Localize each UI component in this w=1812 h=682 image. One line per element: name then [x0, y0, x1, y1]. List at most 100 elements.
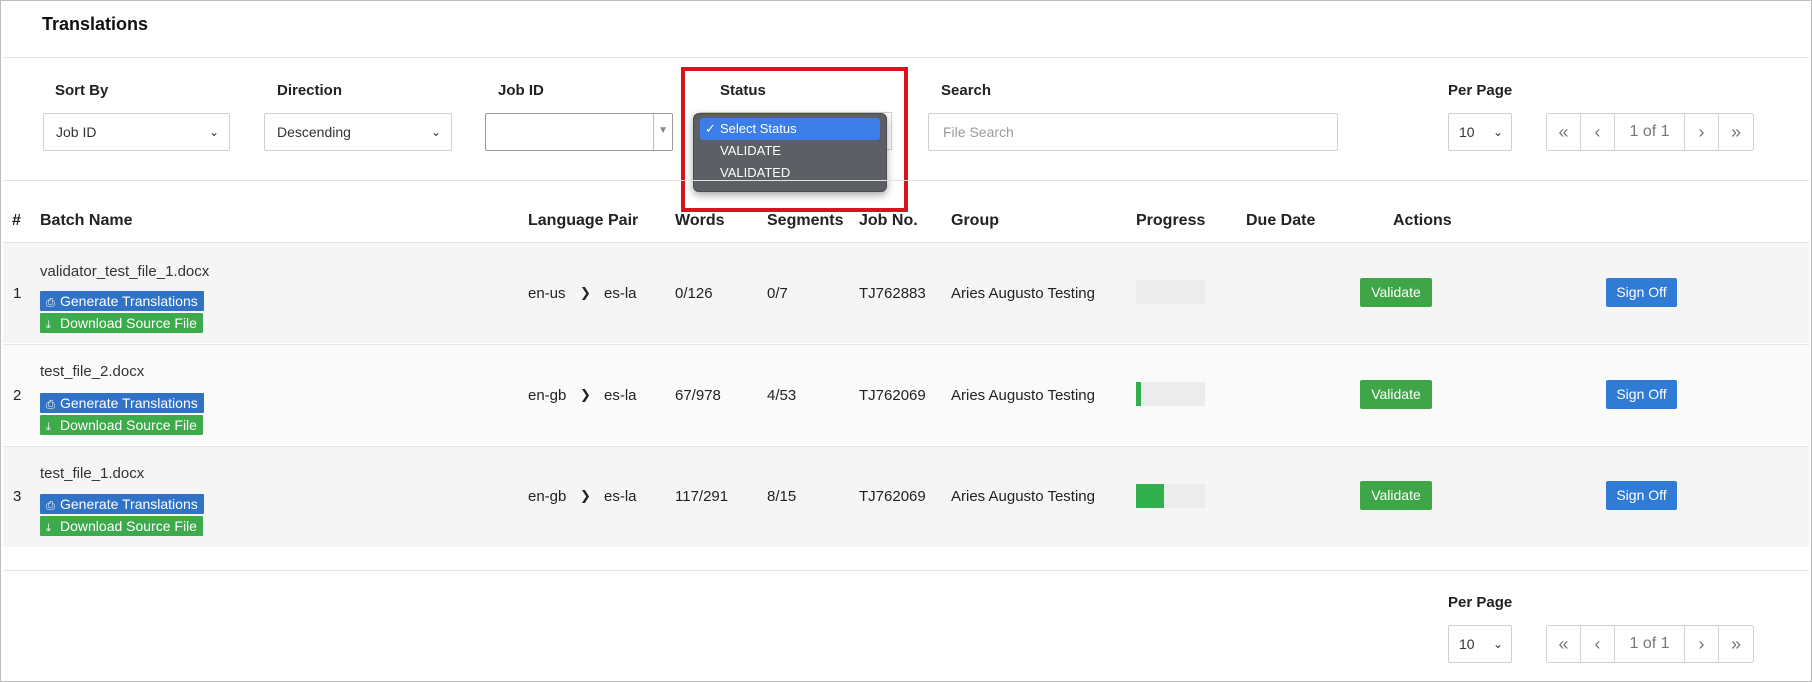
batch-name: test_file_2.docx: [40, 363, 145, 380]
printer-icon: ⎙: [46, 297, 55, 309]
group-name: Aries Augusto Testing: [951, 285, 1095, 302]
validate-button[interactable]: Validate: [1360, 380, 1432, 409]
download-source-file-button[interactable]: ⤓ Download Source File: [40, 415, 203, 435]
segments-count: 8/15: [767, 488, 797, 505]
segments-count: 4/53: [767, 387, 797, 404]
target-language: es-la: [604, 387, 637, 404]
page-info: 1 of 1: [1615, 114, 1685, 150]
button-label: Download Source File: [60, 518, 197, 534]
per-page-value: 10: [1459, 636, 1475, 652]
progress-bar: [1136, 484, 1205, 508]
source-language: en-gb: [528, 488, 567, 505]
group-name: Aries Augusto Testing: [951, 387, 1095, 404]
sign-off-button[interactable]: Sign Off: [1606, 380, 1677, 409]
col-header-group: Group: [951, 212, 999, 229]
direction-label: Direction: [277, 82, 343, 99]
divider: [3, 570, 1809, 571]
col-header-actions: Actions: [1393, 212, 1452, 229]
col-header-batch-name: Batch Name: [40, 212, 133, 229]
chevron-right-icon: ❯: [580, 387, 591, 402]
printer-icon: ⎙: [46, 500, 55, 512]
divider: [3, 180, 1809, 181]
words-count: 0/126: [675, 285, 713, 302]
combo-divider: [653, 114, 654, 150]
last-page-button[interactable]: »: [1719, 114, 1753, 150]
button-label: Download Source File: [60, 315, 197, 331]
chevron-right-icon: ❯: [580, 488, 591, 503]
generate-translations-button[interactable]: ⎙ Generate Translations: [40, 393, 204, 413]
generate-translations-button[interactable]: ⎙ Generate Translations: [40, 494, 204, 514]
direction-value: Descending: [277, 124, 351, 140]
job-id-combobox[interactable]: ▼: [485, 113, 673, 151]
status-highlight-box: [681, 67, 908, 212]
divider: [3, 57, 1809, 58]
progress-fill: [1136, 484, 1164, 508]
job-number: TJ762883: [859, 285, 926, 302]
chevron-down-icon: ⌄: [1492, 637, 1503, 651]
progress-bar: [1136, 280, 1205, 304]
words-count: 117/291: [675, 488, 729, 505]
col-header-job-no: Job No.: [859, 212, 918, 229]
page-info: 1 of 1: [1615, 626, 1685, 662]
chevron-down-icon: ⌄: [1492, 125, 1503, 139]
search-input[interactable]: [929, 114, 1337, 150]
next-page-button[interactable]: ›: [1685, 114, 1719, 150]
validate-button[interactable]: Validate: [1360, 481, 1432, 510]
button-label: Generate Translations: [60, 293, 198, 309]
segments-count: 0/7: [767, 285, 788, 302]
per-page-label: Per Page: [1448, 82, 1513, 99]
caret-down-icon[interactable]: ▼: [658, 125, 668, 136]
progress-bar: [1136, 382, 1205, 406]
next-page-button[interactable]: ›: [1685, 626, 1719, 662]
first-page-button[interactable]: «: [1547, 114, 1581, 150]
batch-name: test_file_1.docx: [40, 465, 145, 482]
source-language: en-gb: [528, 387, 567, 404]
row-number: 3: [13, 488, 22, 505]
sort-by-label: Sort By: [55, 82, 109, 99]
per-page-select[interactable]: 10 ⌄: [1448, 113, 1512, 151]
validate-button[interactable]: Validate: [1360, 278, 1432, 307]
last-page-button[interactable]: »: [1719, 626, 1753, 662]
chevron-right-icon: ❯: [580, 285, 591, 300]
generate-translations-button[interactable]: ⎙ Generate Translations: [40, 291, 204, 311]
prev-page-button[interactable]: ‹: [1581, 626, 1615, 662]
button-label: Generate Translations: [60, 395, 198, 411]
search-label: Search: [941, 82, 992, 99]
col-header-progress: Progress: [1136, 212, 1206, 229]
download-source-file-button[interactable]: ⤓ Download Source File: [40, 313, 203, 333]
per-page-label: Per Page: [1448, 594, 1513, 611]
download-icon: ⤓: [46, 421, 51, 433]
target-language: es-la: [604, 488, 637, 505]
col-header-words: Words: [675, 212, 725, 229]
prev-page-button[interactable]: ‹: [1581, 114, 1615, 150]
per-page-value: 10: [1459, 124, 1475, 140]
table-row: 1 validator_test_file_1.docx ⎙ Generate T…: [3, 243, 1809, 343]
first-page-button[interactable]: «: [1547, 626, 1581, 662]
sort-by-select[interactable]: Job ID ⌄: [43, 113, 230, 151]
col-header-segments: Segments: [767, 212, 844, 229]
source-language: en-us: [528, 285, 566, 302]
printer-icon: ⎙: [46, 399, 55, 411]
job-number: TJ762069: [859, 488, 926, 505]
direction-select[interactable]: Descending ⌄: [264, 113, 452, 151]
page-title: Translations: [42, 14, 149, 34]
pagination: « ‹ 1 of 1 › »: [1546, 113, 1754, 151]
job-number: TJ762069: [859, 387, 926, 404]
button-label: Download Source File: [60, 417, 197, 433]
chevron-down-icon: ⌄: [208, 125, 219, 139]
sort-by-value: Job ID: [56, 124, 97, 140]
sign-off-button[interactable]: Sign Off: [1606, 481, 1677, 510]
per-page-select[interactable]: 10 ⌄: [1448, 625, 1512, 663]
words-count: 67/978: [675, 387, 721, 404]
search-field[interactable]: [928, 113, 1338, 151]
download-source-file-button[interactable]: ⤓ Download Source File: [40, 516, 203, 536]
row-number: 2: [13, 387, 22, 404]
button-label: Generate Translations: [60, 496, 198, 512]
progress-fill: [1136, 382, 1142, 406]
sign-off-button[interactable]: Sign Off: [1606, 278, 1677, 307]
col-header-language-pair: Language Pair: [528, 212, 639, 229]
download-icon: ⤓: [46, 522, 51, 534]
table-row: 3 test_file_1.docx ⎙ Generate Translation…: [3, 447, 1809, 547]
col-header-due-date: Due Date: [1246, 212, 1316, 229]
pagination: « ‹ 1 of 1 › »: [1546, 625, 1754, 663]
